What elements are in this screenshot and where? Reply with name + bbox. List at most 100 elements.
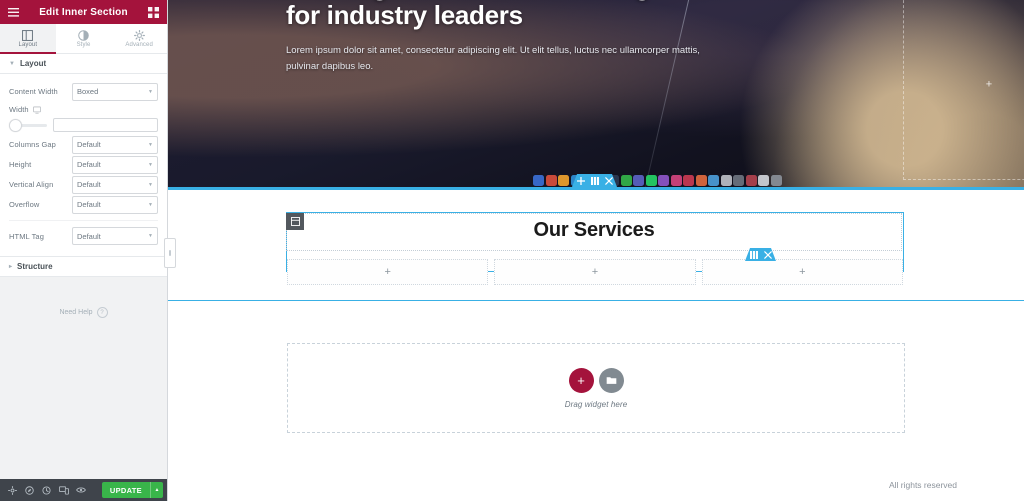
tab-style-label: Style bbox=[76, 41, 91, 48]
panel-resize-handle[interactable] bbox=[164, 238, 176, 268]
drop-area-label: Drag widget here bbox=[564, 399, 628, 409]
drop-area-buttons: + bbox=[568, 367, 624, 393]
responsive-mode-icon[interactable] bbox=[55, 479, 72, 501]
inner-section-columns: + + + bbox=[287, 259, 903, 285]
columns-gap-select[interactable]: Default ▼ bbox=[72, 135, 158, 154]
chevron-down-icon: ▼ bbox=[9, 60, 15, 67]
layout-columns-icon bbox=[22, 29, 34, 41]
control-overflow: Overflow Default ▼ bbox=[9, 195, 158, 214]
content-width-select[interactable]: Boxed ▼ bbox=[72, 82, 158, 101]
section-settings-icon[interactable] bbox=[589, 175, 600, 186]
update-button[interactable]: UPDATE bbox=[101, 482, 150, 498]
control-width: Width bbox=[9, 103, 158, 116]
control-width-label: Width bbox=[9, 105, 41, 114]
editor-panel: Edit Inner Section Layout Style Advanced… bbox=[0, 0, 176, 501]
panel-header: Edit Inner Section bbox=[0, 0, 167, 24]
close-icon[interactable] bbox=[603, 175, 614, 186]
settings-icon[interactable] bbox=[4, 479, 21, 501]
preview-changes-icon[interactable] bbox=[72, 479, 89, 501]
width-input[interactable] bbox=[53, 118, 158, 132]
panel-tabs: Layout Style Advanced bbox=[0, 24, 167, 54]
desktop-icon[interactable] bbox=[32, 106, 41, 114]
chevron-down-icon: ▼ bbox=[148, 201, 153, 208]
services-title: Our Services bbox=[533, 219, 655, 241]
control-content-width: Content Width Boxed ▼ bbox=[9, 82, 158, 101]
control-columns-gap-label: Columns Gap bbox=[9, 140, 56, 149]
elementor-editor: Edit Inner Section Layout Style Advanced… bbox=[0, 0, 1024, 501]
tab-style[interactable]: Style bbox=[56, 24, 112, 53]
width-slider-knob[interactable] bbox=[9, 118, 22, 132]
vertical-align-select[interactable]: Default ▼ bbox=[72, 175, 158, 194]
column-1[interactable]: + bbox=[287, 259, 489, 285]
section-header-structure-label: Structure bbox=[17, 262, 53, 271]
hero-empty-column-placeholder[interactable]: + bbox=[903, 0, 1024, 180]
chevron-down-icon: ▼ bbox=[148, 233, 153, 239]
chevron-down-icon: ▼ bbox=[148, 88, 153, 95]
plus-icon[interactable]: + bbox=[568, 367, 594, 393]
chevron-down-icon: ▼ bbox=[148, 161, 153, 168]
overflow-select[interactable]: Default ▼ bbox=[72, 195, 158, 214]
plus-icon[interactable]: + bbox=[592, 266, 598, 278]
drag-section-icon[interactable] bbox=[575, 175, 586, 186]
html-tag-value: Default bbox=[77, 231, 101, 241]
drag-widget-drop-area[interactable]: + Drag widget here bbox=[287, 343, 905, 433]
section-header-structure[interactable]: ▸ Structure bbox=[0, 257, 167, 277]
plus-icon[interactable]: + bbox=[799, 266, 805, 278]
tab-layout-label: Layout bbox=[18, 41, 38, 48]
section-body-layout: Content Width Boxed ▼ Width Columns Gap … bbox=[0, 74, 167, 257]
update-options-chevron-up-icon[interactable]: ▲ bbox=[150, 482, 163, 498]
hero-image-dock bbox=[533, 175, 782, 186]
section-selection-bar bbox=[168, 187, 1024, 190]
width-slider-row bbox=[9, 118, 158, 132]
chevron-down-icon: ▼ bbox=[148, 141, 153, 148]
width-slider[interactable] bbox=[9, 118, 47, 132]
close-icon[interactable] bbox=[762, 249, 773, 260]
height-value: Default bbox=[77, 160, 101, 169]
columns-gap-value: Default bbox=[77, 140, 101, 149]
control-html-tag: HTML Tag Default ▼ bbox=[9, 220, 158, 245]
html-tag-select[interactable]: Default ▼ bbox=[72, 227, 158, 245]
history-icon[interactable] bbox=[38, 479, 55, 501]
control-height: Height Default ▼ bbox=[9, 155, 158, 174]
hero-paragraph: Lorem ipsum dolor sit amet, consectetur … bbox=[286, 45, 700, 72]
chevron-down-icon: ▼ bbox=[148, 181, 153, 188]
control-height-label: Height bbox=[9, 160, 32, 169]
vertical-align-value: Default bbox=[77, 180, 101, 189]
footer-copyright: All rights reserved bbox=[888, 480, 957, 490]
section-header-layout-label: Layout bbox=[19, 59, 47, 68]
panel-body: ▼ Layout Content Width Boxed ▼ Width Col… bbox=[0, 54, 167, 479]
control-vertical-align-label: Vertical Align bbox=[9, 180, 54, 189]
inner-section-settings-icon[interactable] bbox=[748, 249, 759, 260]
tab-layout[interactable]: Layout bbox=[0, 24, 56, 54]
overflow-value: Default bbox=[77, 200, 101, 209]
need-help[interactable]: Need Help ? bbox=[0, 277, 167, 318]
column-2[interactable]: + bbox=[494, 259, 696, 285]
section-toolbar bbox=[572, 174, 617, 187]
section-header-layout[interactable]: ▼ Layout bbox=[0, 54, 167, 74]
content-width-value: Boxed bbox=[77, 87, 99, 96]
inner-section-toolbar bbox=[745, 248, 776, 261]
tab-advanced[interactable]: Advanced bbox=[111, 24, 167, 53]
hero-section[interactable]: Building innovative web designs for indu… bbox=[168, 0, 1024, 190]
height-select[interactable]: Default ▼ bbox=[72, 155, 158, 174]
services-section[interactable]: Our Services + + + bbox=[168, 212, 1024, 301]
navigator-icon[interactable] bbox=[21, 479, 38, 501]
plus-icon[interactable]: + bbox=[384, 266, 390, 278]
heading-widget-icon[interactable] bbox=[286, 213, 304, 230]
column-3[interactable]: + bbox=[701, 259, 903, 285]
contrast-circle-icon bbox=[78, 29, 89, 41]
hero-content: Building innovative web designs for indu… bbox=[286, 0, 706, 74]
folder-template-icon[interactable] bbox=[598, 367, 624, 393]
question-mark-icon: ? bbox=[96, 307, 108, 318]
section-bottom-selection-line bbox=[168, 300, 1024, 301]
plus-icon[interactable]: + bbox=[986, 79, 992, 91]
panel-title: Edit Inner Section bbox=[39, 6, 128, 18]
widgets-grid-icon[interactable] bbox=[147, 6, 160, 19]
control-columns-gap: Columns Gap Default ▼ bbox=[9, 135, 158, 154]
control-content-width-label: Content Width bbox=[9, 87, 58, 96]
gear-icon bbox=[133, 29, 145, 41]
tab-advanced-label: Advanced bbox=[125, 41, 153, 48]
hamburger-menu-icon[interactable] bbox=[7, 6, 20, 19]
control-overflow-label: Overflow bbox=[9, 200, 40, 209]
chevron-right-icon: ▸ bbox=[9, 263, 13, 270]
